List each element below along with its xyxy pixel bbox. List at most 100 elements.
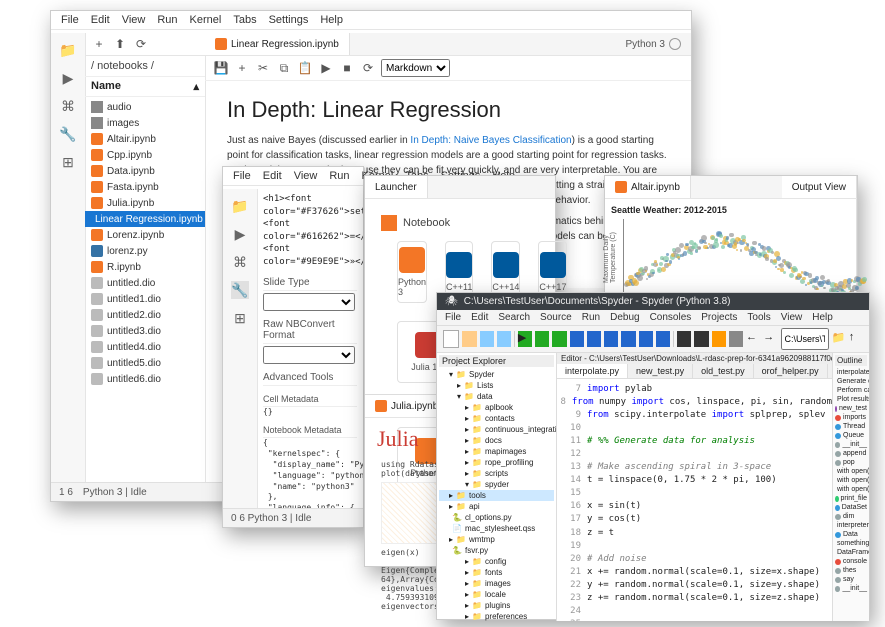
menu-kernel[interactable]: Kernel	[190, 14, 222, 26]
outline-item[interactable]: interpolate	[835, 368, 867, 377]
working-dir-input[interactable]	[781, 328, 829, 350]
file-item[interactable]: images	[85, 115, 205, 131]
commands-icon[interactable]: ⌘	[59, 97, 77, 115]
outline-item[interactable]: pop	[835, 458, 867, 467]
code-line[interactable]: 23z += random.normal(scale=0.1, size=z.s…	[557, 592, 832, 605]
tree-item[interactable]: ▸📁docs	[439, 435, 554, 446]
debug-step-in-icon[interactable]	[604, 331, 618, 347]
back-icon[interactable]: ←	[746, 331, 760, 347]
outline-item[interactable]: console	[835, 557, 867, 566]
file-item[interactable]: untitled.dio	[85, 275, 205, 291]
tree-item[interactable]: ▸📁continuous_integration	[439, 424, 554, 435]
menu-help[interactable]: Help	[812, 312, 833, 323]
scatter-chart[interactable]	[623, 219, 863, 298]
outline-item[interactable]: print_file	[835, 494, 867, 503]
code-line[interactable]: 12	[557, 448, 832, 461]
outline-item[interactable]: Perform calc	[835, 386, 867, 395]
cut-icon[interactable]: ✂	[255, 60, 271, 76]
code-line[interactable]: 17y = cos(t)	[557, 513, 832, 526]
code-line[interactable]: 19	[557, 540, 832, 553]
open-icon[interactable]	[462, 331, 476, 347]
debug-icon[interactable]	[570, 331, 584, 347]
tree-item[interactable]: ▸📁mapimages	[439, 446, 554, 457]
new-file-icon[interactable]	[443, 330, 459, 348]
new-folder-icon[interactable]: +	[91, 36, 107, 52]
menu-run[interactable]: Run	[329, 170, 349, 182]
commands-icon[interactable]: ⌘	[231, 253, 249, 271]
code-line[interactable]: 22y += random.normal(scale=0.1, size=y.s…	[557, 579, 832, 592]
tree-item[interactable]: ▸📁api	[439, 501, 554, 512]
tree-item[interactable]: ▸📁fonts	[439, 567, 554, 578]
file-item[interactable]: Lorenz.ipynb	[85, 227, 205, 243]
cell-type-select[interactable]: Markdown	[381, 59, 450, 77]
file-item[interactable]: audio	[85, 99, 205, 115]
outline-item[interactable]: say	[835, 575, 867, 584]
tree-item[interactable]: ▸📁wmtmp	[439, 534, 554, 545]
restart-icon[interactable]: ⟳	[360, 60, 376, 76]
folder-icon[interactable]: 📁	[59, 41, 77, 59]
tree-item[interactable]: ▸📁images	[439, 578, 554, 589]
file-item[interactable]: Julia.ipynb	[85, 195, 205, 211]
menu-edit[interactable]: Edit	[91, 14, 110, 26]
tree-item[interactable]: ▸📁tools	[439, 490, 554, 501]
running-icon[interactable]: ▶	[231, 225, 249, 243]
tree-item[interactable]: ▸📁plugins	[439, 600, 554, 611]
outline-item[interactable]: Thread	[835, 422, 867, 431]
run-file-icon[interactable]: ▶	[518, 331, 532, 347]
menu-debug[interactable]: Debug	[610, 312, 639, 323]
file-item[interactable]: untitled6.dio	[85, 371, 205, 387]
menu-tools[interactable]: Tools	[747, 312, 770, 323]
code-line[interactable]: 15	[557, 487, 832, 500]
code-line[interactable]: 25	[557, 618, 832, 621]
tree-item[interactable]: ▸📁scripts	[439, 468, 554, 479]
outline-item[interactable]: with open(da	[835, 467, 867, 476]
menu-view[interactable]: View	[294, 170, 318, 182]
outline-item[interactable]: interpreter	[835, 521, 867, 530]
file-item[interactable]: untitled4.dio	[85, 339, 205, 355]
kernel-card-python3[interactable]: Python 3	[397, 241, 427, 303]
file-item[interactable]: Linear Regression.ipynb	[85, 211, 205, 227]
menu-file[interactable]: File	[445, 312, 461, 323]
code-line[interactable]: 8from numpy import cos, linspace, pi, si…	[557, 396, 832, 409]
editor-tab[interactable]: new_test.py	[628, 364, 693, 378]
inline-link[interactable]: In Depth: Naive Bayes Classification	[410, 135, 571, 146]
file-item[interactable]: lorenz.py	[85, 243, 205, 259]
code-editor[interactable]: 7import pylab8from numpy import cos, lin…	[557, 379, 832, 621]
paste-icon[interactable]: 📋	[297, 60, 313, 76]
tree-item[interactable]: ▾📁data	[439, 391, 554, 402]
notebook-metadata-json[interactable]: { "kernelspec": { "display_name": "Pytho…	[263, 438, 357, 509]
stop-icon[interactable]: ■	[339, 60, 355, 76]
debug-continue-icon[interactable]	[639, 331, 653, 347]
parent-dir-icon[interactable]: ↑	[849, 331, 863, 347]
menu-source[interactable]: Source	[540, 312, 572, 323]
copy-icon[interactable]: ⧉	[276, 60, 292, 76]
menu-consoles[interactable]: Consoles	[650, 312, 692, 323]
tree-item[interactable]: 🐍cl_options.py	[439, 512, 554, 523]
code-line[interactable]: 16x = sin(t)	[557, 500, 832, 513]
menu-file[interactable]: File	[233, 170, 251, 182]
outline-item[interactable]: Queue	[835, 431, 867, 440]
menu-search[interactable]: Search	[498, 312, 530, 323]
tree-item[interactable]: ▸📁preferences	[439, 611, 554, 621]
tab-output-view[interactable]: Output View	[782, 176, 857, 198]
folder-icon[interactable]: 📁	[231, 197, 249, 215]
outline-item[interactable]: thes	[835, 566, 867, 575]
tabs-icon[interactable]: ⊞	[59, 153, 77, 171]
code-line[interactable]: 7import pylab	[557, 383, 832, 396]
outline-pane[interactable]: Outline interpolateGenerate daPerform ca…	[832, 353, 869, 621]
editor-tab[interactable]: old_test.py	[693, 364, 754, 378]
tree-item[interactable]: ▸📁locale	[439, 589, 554, 600]
file-item[interactable]: Fasta.ipynb	[85, 179, 205, 195]
run-cell-icon[interactable]	[535, 331, 549, 347]
outline-item[interactable]: DataSet	[835, 503, 867, 512]
outline-item[interactable]: __init__	[835, 440, 867, 449]
outline-item[interactable]: with open(da	[835, 476, 867, 485]
outline-item[interactable]: append	[835, 449, 867, 458]
code-line[interactable]: 13# Make ascending spiral in 3-space	[557, 461, 832, 474]
run-icon[interactable]: ▶	[318, 60, 334, 76]
outline-item[interactable]: Data	[835, 530, 867, 539]
menu-edit[interactable]: Edit	[263, 170, 282, 182]
tree-item[interactable]: ▸📁Lists	[439, 380, 554, 391]
tab-notebook[interactable]: Linear Regression.ipynb	[205, 33, 350, 55]
preferences-icon[interactable]	[712, 331, 726, 347]
